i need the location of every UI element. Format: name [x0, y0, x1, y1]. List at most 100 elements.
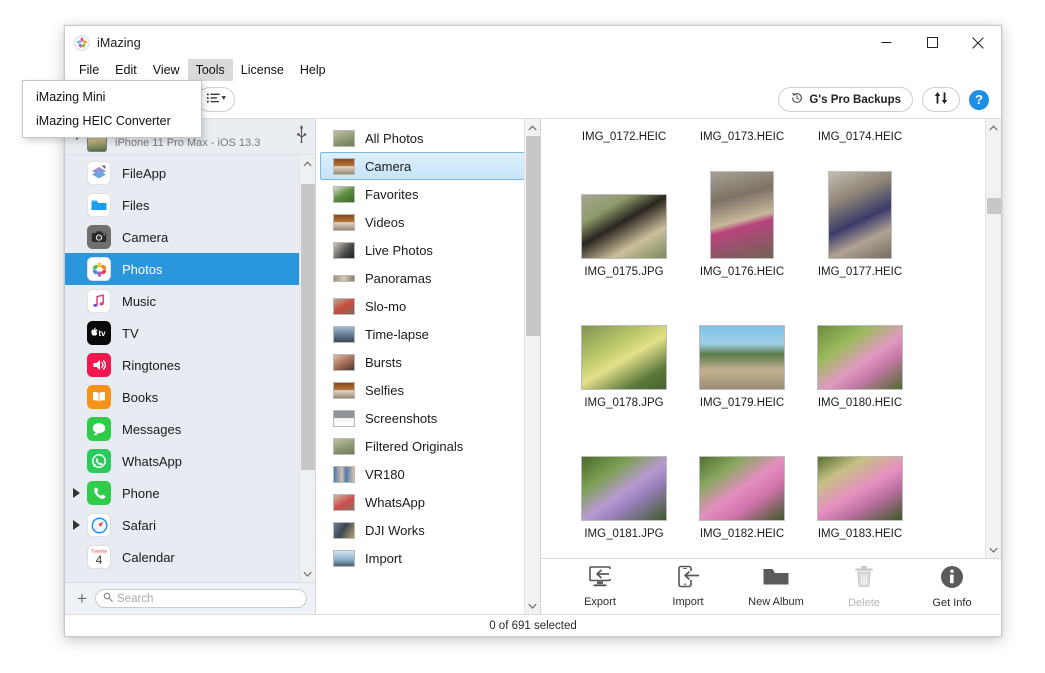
album-item-selfies[interactable]: Selfies [320, 376, 536, 404]
photo-cell[interactable]: IMG_0179.HEIC [683, 325, 801, 409]
album-thumbnail [333, 354, 355, 371]
album-item-all-photos[interactable]: All Photos [320, 124, 536, 152]
scroll-down-arrow-icon[interactable] [986, 541, 1002, 558]
album-thumbnail [333, 186, 355, 203]
sidebar-item-calendar[interactable]: Tuesday 4 Calendar [65, 541, 315, 573]
photo-cell[interactable]: IMG_0176.HEIC [683, 171, 801, 278]
photo-filename: IMG_0175.JPG [584, 266, 663, 278]
sidebar-item-tv[interactable]: tv TV [65, 317, 315, 349]
menu-help[interactable]: Help [292, 59, 334, 81]
sidebar-item-safari[interactable]: Safari [65, 509, 315, 541]
backups-button[interactable]: G's Pro Backups [778, 87, 913, 112]
photo-cell[interactable]: IMG_0175.JPG [565, 194, 683, 278]
scroll-track[interactable] [525, 136, 541, 597]
album-item-whatsapp[interactable]: WhatsApp [320, 488, 536, 516]
expander-slot[interactable] [73, 488, 83, 498]
menu-tools[interactable]: Tools [188, 59, 233, 81]
sidebar-item-photos[interactable]: Photos [65, 253, 315, 285]
sidebar-item-fileapp[interactable]: FileApp [65, 157, 315, 189]
photo-cell[interactable]: IMG_0174.HEIC [801, 131, 919, 143]
sidebar-item-ringtones[interactable]: Ringtones [65, 349, 315, 381]
album-thumbnail [333, 438, 355, 455]
sidebar-item-phone[interactable]: Phone [65, 477, 315, 509]
album-item-favorites[interactable]: Favorites [320, 180, 536, 208]
album-item-slo-mo[interactable]: Slo-mo [320, 292, 536, 320]
help-button[interactable]: ? [969, 90, 989, 110]
minimize-button[interactable] [863, 26, 909, 59]
scroll-track[interactable] [300, 172, 316, 565]
photo-cell[interactable]: IMG_0183.HEIC [801, 456, 919, 540]
scroll-thumb[interactable] [987, 198, 1001, 214]
photo-scrollbar[interactable] [985, 119, 1001, 558]
sidebar-item-camera[interactable]: Camera [65, 221, 315, 253]
get-info-button[interactable]: Get Info [921, 565, 983, 609]
menu-file[interactable]: File [71, 59, 107, 81]
photo-cell[interactable]: IMG_0182.HEIC [683, 456, 801, 540]
album-scrollbar[interactable] [524, 119, 540, 614]
photo-cell[interactable]: IMG_0173.HEIC [683, 131, 801, 143]
photo-filename: IMG_0183.HEIC [818, 528, 902, 540]
album-item-dji-works[interactable]: DJI Works [320, 516, 536, 544]
toolbar-right-group: G's Pro Backups ? [778, 87, 989, 112]
album-thumbnail [333, 410, 355, 427]
photo-cell[interactable]: IMG_0181.JPG [565, 456, 683, 540]
photo-filename: IMG_0178.JPG [584, 397, 663, 409]
window-body: G's Pro iPhone 11 Pro Max - iOS 13.3 [65, 119, 1001, 614]
scroll-down-arrow-icon[interactable] [300, 565, 316, 582]
import-button[interactable]: Import [657, 565, 719, 608]
sidebar-item-music[interactable]: Music [65, 285, 315, 317]
album-label: Panoramas [365, 271, 431, 286]
photo-cell[interactable]: IMG_0180.HEIC [801, 325, 919, 409]
view-options-button[interactable] [197, 87, 235, 112]
photo-cell[interactable]: IMG_0177.HEIC [801, 171, 919, 278]
photo-cell[interactable]: IMG_0178.JPG [565, 325, 683, 409]
album-item-import[interactable]: Import [320, 544, 536, 572]
sidebar-item-files[interactable]: Files [65, 189, 315, 221]
sidebar-item-books[interactable]: Books [65, 381, 315, 413]
photo-thumbnail [699, 325, 785, 390]
scroll-up-arrow-icon[interactable] [986, 119, 1002, 136]
album-item-live-photos[interactable]: Live Photos [320, 236, 536, 264]
photo-cell[interactable]: IMG_0172.HEIC [565, 131, 683, 143]
album-item-bursts[interactable]: Bursts [320, 348, 536, 376]
new-album-button[interactable]: New Album [745, 566, 807, 608]
menu-view[interactable]: View [145, 59, 188, 81]
maximize-button[interactable] [909, 26, 955, 59]
sidebar-label: Safari [122, 518, 156, 533]
app-list: FileApp Files [65, 155, 315, 582]
scroll-up-arrow-icon[interactable] [525, 119, 541, 136]
search-input[interactable]: Search [95, 589, 307, 608]
album-item-screenshots[interactable]: Screenshots [320, 404, 536, 432]
album-item-vr180[interactable]: VR180 [320, 460, 536, 488]
sidebar-item-messages[interactable]: Messages [65, 413, 315, 445]
menu-item-imazing-heic-converter[interactable]: iMazing HEIC Converter [23, 109, 201, 133]
transfer-button[interactable] [922, 87, 960, 112]
album-thumbnail [333, 466, 355, 483]
sidebar-item-whatsapp[interactable]: WhatsApp [65, 445, 315, 477]
scroll-track[interactable] [986, 136, 1002, 541]
album-item-panoramas[interactable]: Panoramas [320, 264, 536, 292]
export-button[interactable]: Export [569, 565, 631, 608]
album-thumbnail [333, 494, 355, 511]
add-item-button[interactable]: + [73, 590, 91, 607]
button-label: Delete [848, 597, 880, 609]
photo-thumbnail [581, 325, 667, 390]
photos-icon [87, 257, 111, 281]
expander-slot[interactable] [73, 520, 83, 530]
scroll-thumb[interactable] [526, 136, 540, 336]
album-item-filtered-originals[interactable]: Filtered Originals [320, 432, 536, 460]
books-icon [87, 385, 111, 409]
scroll-down-arrow-icon[interactable] [525, 597, 541, 614]
close-button[interactable] [955, 26, 1001, 59]
menu-license[interactable]: License [233, 59, 292, 81]
delete-button[interactable]: Delete [833, 565, 895, 609]
menu-item-imazing-mini[interactable]: iMazing Mini [23, 85, 201, 109]
album-item-camera[interactable]: Camera [320, 152, 536, 180]
menu-edit[interactable]: Edit [107, 59, 145, 81]
album-item-videos[interactable]: Videos [320, 208, 536, 236]
scroll-up-arrow-icon[interactable] [300, 155, 316, 172]
album-thumbnail [333, 522, 355, 539]
sidebar-scrollbar[interactable] [299, 155, 315, 582]
scroll-thumb[interactable] [301, 184, 315, 470]
album-item-time-lapse[interactable]: Time-lapse [320, 320, 536, 348]
